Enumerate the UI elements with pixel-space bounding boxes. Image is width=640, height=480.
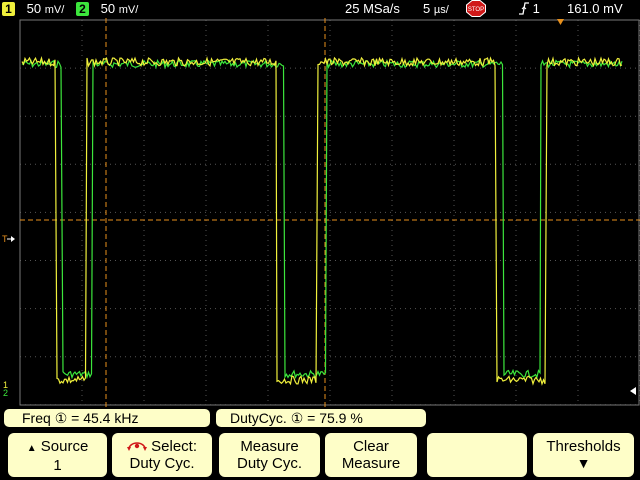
source-value: 1 bbox=[53, 457, 62, 474]
duty-value: = 75.9 % bbox=[307, 410, 363, 426]
channel-2-scale-value: 50 bbox=[100, 1, 116, 16]
up-arrow-icon: ▲ bbox=[26, 443, 37, 454]
channel-2-scale[interactable]: 2 50 mV/ bbox=[76, 1, 138, 18]
down-arrow-icon: ▼ bbox=[576, 455, 591, 471]
freq-channel: ① bbox=[54, 410, 68, 426]
measure-value: Duty Cyc. bbox=[236, 455, 302, 472]
select-value: Duty Cyc. bbox=[129, 455, 195, 472]
channel-2-trace bbox=[21, 58, 623, 380]
select-label: Select: bbox=[151, 438, 198, 455]
measurement-bar: Freq ① = 45.4 kHz DutyCyc. ① = 75.9 % bbox=[0, 407, 640, 429]
trigger-level: 161.0 mV bbox=[567, 1, 623, 16]
thresholds-label: Thresholds bbox=[546, 438, 621, 455]
timebase-unit: µs/ bbox=[433, 4, 449, 16]
freq-label: Freq bbox=[22, 410, 51, 426]
trigger-source[interactable]: 1 bbox=[519, 1, 540, 17]
status-bar: 1 50 mV/ 2 50 mV/ 25 MSa/s 5 µs/ STOP 1 … bbox=[0, 0, 640, 18]
run-state-text: STOP bbox=[468, 7, 484, 13]
duty-channel: ① bbox=[290, 410, 304, 426]
sample-rate: 25 MSa/s bbox=[345, 1, 400, 16]
channel-1-scale-unit: mV/ bbox=[44, 4, 65, 16]
channel-ground-markers: 1 2 bbox=[3, 380, 8, 398]
freq-value: = 45.4 kHz bbox=[71, 410, 139, 426]
entry-knob-icon bbox=[126, 442, 147, 451]
clear-measure-softkey[interactable]: Clear Measure bbox=[325, 433, 417, 477]
duty-cycle-measurement: DutyCyc. ① = 75.9 % bbox=[216, 409, 426, 427]
measure-label: Measure bbox=[240, 438, 299, 455]
timebase-value: 5 bbox=[423, 1, 431, 16]
source-softkey[interactable]: ▲ Source 1 bbox=[8, 433, 107, 477]
channel-1-badge: 1 bbox=[2, 2, 15, 16]
timebase[interactable]: 5 µs/ bbox=[423, 1, 449, 18]
channel-2-scale-unit: mV/ bbox=[118, 4, 139, 16]
svg-text:2: 2 bbox=[3, 388, 8, 398]
measure-softkey[interactable]: Measure Duty Cyc. bbox=[219, 433, 320, 477]
channel-2-badge: 2 bbox=[76, 2, 89, 16]
channel-1-scale[interactable]: 1 50 mV/ bbox=[2, 1, 64, 18]
softkey-bar: ▲ Source 1 Select: Duty Cyc. Measure Dut… bbox=[0, 429, 640, 480]
waveform-display[interactable]: T 1 2 bbox=[0, 18, 640, 407]
trigger-source-value: 1 bbox=[532, 1, 540, 16]
frequency-measurement: Freq ① = 45.4 kHz bbox=[4, 409, 210, 427]
stop-icon[interactable]: STOP bbox=[466, 0, 486, 17]
trigger-position-marker bbox=[557, 19, 564, 25]
right-edge-marker bbox=[630, 387, 636, 395]
channel-1-scale-value: 50 bbox=[26, 1, 42, 16]
clear-value: Measure bbox=[341, 455, 401, 472]
source-label: Source bbox=[40, 438, 89, 455]
rising-edge-icon bbox=[519, 2, 529, 15]
clear-label: Clear bbox=[353, 438, 389, 455]
select-softkey[interactable]: Select: Duty Cyc. bbox=[112, 433, 212, 477]
blank-softkey[interactable] bbox=[427, 433, 527, 477]
channel-1-trace bbox=[21, 55, 623, 386]
duty-label: DutyCyc. bbox=[230, 410, 287, 426]
channel-1-ground-marker: T bbox=[2, 234, 15, 244]
thresholds-softkey[interactable]: Thresholds ▼ bbox=[533, 433, 634, 477]
